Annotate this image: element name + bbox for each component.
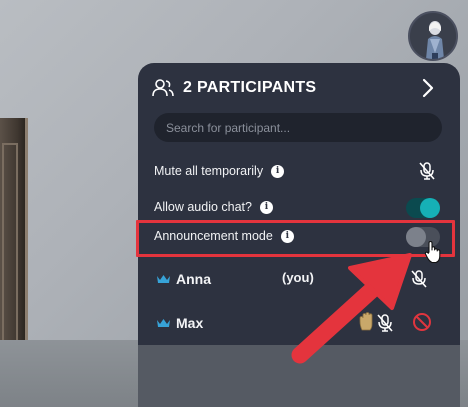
setting-label: Mute all temporarily bbox=[154, 164, 264, 178]
chevron-right-icon[interactable] bbox=[422, 78, 434, 98]
toggle-knob bbox=[420, 198, 440, 218]
setting-label: Allow audio chat? bbox=[154, 200, 252, 214]
participant-row[interactable]: Max bbox=[156, 311, 446, 335]
setting-allow-audio-chat: Allow audio chat? i bbox=[154, 194, 444, 220]
mic-off-icon[interactable] bbox=[410, 269, 428, 289]
mic-off-icon[interactable] bbox=[418, 161, 436, 181]
setting-mute-all: Mute all temporarily i bbox=[154, 158, 444, 184]
participant-search-input[interactable] bbox=[154, 113, 442, 142]
door-frame bbox=[2, 143, 18, 348]
user-avatar[interactable] bbox=[408, 11, 458, 61]
mic-off-icon[interactable] bbox=[376, 313, 394, 333]
block-icon[interactable] bbox=[412, 312, 432, 332]
info-icon[interactable]: i bbox=[259, 200, 273, 214]
participant-row[interactable]: Anna (you) bbox=[156, 267, 446, 291]
participants-icon bbox=[152, 79, 174, 97]
annotation-highlight-box bbox=[136, 220, 455, 257]
hand-cursor-icon bbox=[424, 240, 441, 264]
crown-icon bbox=[157, 275, 170, 283]
allow-audio-chat-toggle[interactable] bbox=[406, 198, 440, 218]
panel-empty-area bbox=[138, 345, 460, 407]
you-tag: (you) bbox=[282, 270, 314, 285]
participant-name: Max bbox=[176, 315, 204, 331]
panel-title: 2 PARTICIPANTS bbox=[183, 79, 317, 96]
panel-header: 2 PARTICIPANTS bbox=[152, 77, 448, 99]
raise-hand-icon bbox=[359, 312, 373, 331]
participant-name: Anna bbox=[176, 271, 211, 287]
crown-icon bbox=[157, 319, 170, 327]
info-icon[interactable]: i bbox=[271, 164, 285, 178]
